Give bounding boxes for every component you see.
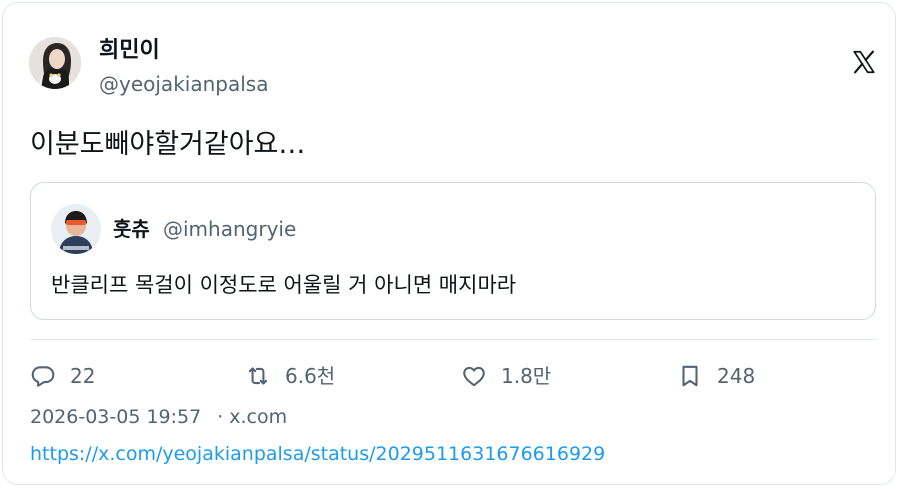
reply-icon [31, 366, 55, 387]
meta-separator: · [217, 406, 224, 428]
author-display-name[interactable]: 희민이 [99, 37, 160, 65]
divider [30, 339, 876, 340]
quoted-tweet[interactable]: 훗츄 @imhangryie 반클리프 목걸이 이정도로 어울릴 거 아니면 매… [30, 182, 876, 320]
like-button[interactable]: 1.8만 [461, 362, 551, 390]
timestamp[interactable]: 2026-03-05 19:57 [30, 406, 201, 428]
retweet-button[interactable]: 6.6천 [245, 362, 335, 390]
quoted-handle[interactable]: @imhangryie [163, 216, 296, 242]
bookmark-button[interactable]: 248 [677, 362, 755, 390]
reply-count: 22 [70, 364, 96, 388]
tweet-meta: 2026-03-05 19:57 · x.com [30, 404, 287, 430]
bookmark-count: 248 [717, 364, 756, 388]
quoted-text: 반클리프 목걸이 이정도로 어울릴 거 아니면 매지마라 [51, 273, 517, 297]
quoted-avatar-image [51, 204, 101, 254]
tweet-card: 희민이 @yeojakianpalsa 이분도빼야할거같아요… 훗츄 @imha… [2, 2, 896, 485]
source-label: x.com [229, 406, 288, 428]
bookmark-icon [682, 365, 698, 387]
tweet-text: 이분도빼야할거같아요… [30, 129, 306, 160]
retweet-count: 6.6천 [285, 364, 336, 388]
author-avatar[interactable] [29, 37, 81, 89]
author-handle[interactable]: @yeojakianpalsa [99, 71, 268, 97]
x-logo-icon[interactable] [851, 49, 877, 75]
quoted-author-avatar[interactable] [51, 204, 101, 254]
tweet-url-link[interactable]: https://x.com/yeojakianpalsa/status/2029… [30, 441, 605, 467]
retweet-icon [248, 367, 268, 385]
author-avatar-image [29, 37, 81, 89]
heart-icon [463, 366, 485, 387]
reply-button[interactable]: 22 [30, 362, 95, 390]
quoted-display-name[interactable]: 훗츄 [113, 216, 150, 242]
like-count: 1.8만 [501, 364, 552, 388]
